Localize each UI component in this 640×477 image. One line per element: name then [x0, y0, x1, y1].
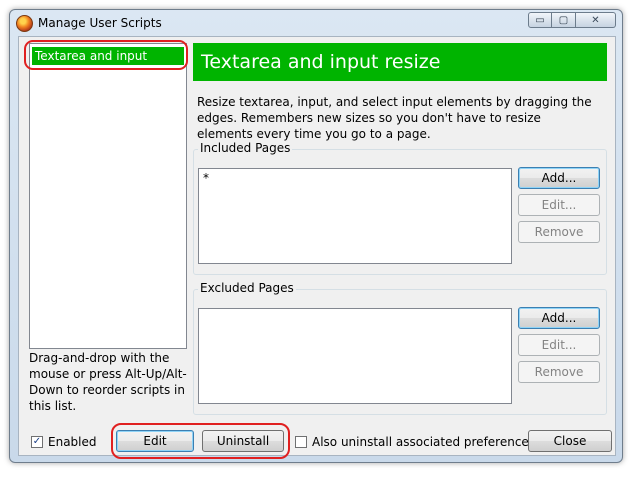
title-bar[interactable]: Manage User Scripts ▭ ▢ ✕: [10, 10, 622, 36]
excluded-add-button[interactable]: Add...: [518, 307, 600, 329]
also-uninstall-label: Also uninstall associated preferences: [312, 435, 536, 449]
close-button[interactable]: Close: [528, 430, 612, 452]
included-add-button[interactable]: Add...: [518, 167, 600, 189]
included-pages-group: Included Pages * Add... Edit... Remove: [193, 141, 607, 275]
firefox-icon: [16, 15, 33, 32]
enabled-checkbox[interactable]: ✓: [31, 436, 43, 448]
included-edit-button[interactable]: Edit...: [518, 194, 600, 216]
included-pages-list[interactable]: *: [198, 168, 512, 264]
script-title-banner: Textarea and input resize: [193, 43, 607, 81]
window-controls: ▭ ▢ ✕: [528, 12, 616, 28]
excluded-pages-group: Excluded Pages Add... Edit... Remove: [193, 281, 607, 415]
uninstall-button[interactable]: Uninstall: [202, 430, 284, 452]
script-description: Resize textarea, input, and select input…: [197, 95, 592, 141]
minimize-button[interactable]: ▭: [528, 12, 552, 28]
reorder-hint: Drag-and-drop with the mouse or press Al…: [29, 351, 187, 413]
edit-button[interactable]: Edit: [116, 430, 194, 452]
excluded-edit-button[interactable]: Edit...: [518, 334, 600, 356]
excluded-pages-list[interactable]: [198, 308, 512, 404]
excluded-remove-button[interactable]: Remove: [518, 361, 600, 383]
dialog-body: Textarea and input resize Drag-and-drop …: [18, 36, 616, 459]
manage-user-scripts-window: Manage User Scripts ▭ ▢ ✕ Textarea and i…: [9, 9, 623, 463]
included-pages-label: Included Pages: [198, 141, 293, 155]
excluded-pages-label: Excluded Pages: [198, 281, 296, 295]
enabled-label: Enabled: [48, 435, 97, 449]
scripts-list[interactable]: Textarea and input resize: [29, 43, 187, 349]
maximize-button[interactable]: ▢: [552, 12, 576, 28]
also-uninstall-checkbox[interactable]: [295, 436, 307, 448]
close-window-button[interactable]: ✕: [576, 12, 616, 28]
script-item-textarea-resize[interactable]: Textarea and input resize: [32, 47, 184, 81]
window-title: Manage User Scripts: [38, 16, 162, 30]
included-remove-button[interactable]: Remove: [518, 221, 600, 243]
